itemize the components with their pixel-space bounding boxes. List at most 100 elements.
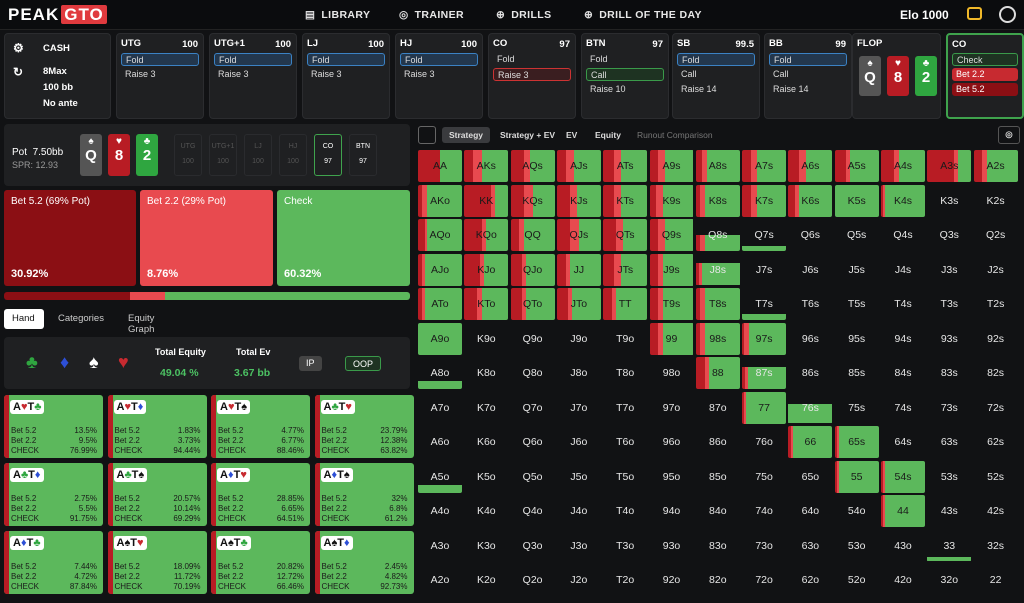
gamepad-icon[interactable]: ◎	[998, 126, 1020, 144]
range-cell[interactable]: ATo	[418, 288, 462, 320]
nav-drill-of-day[interactable]: ⊕ DRILL OF THE DAY	[584, 9, 702, 21]
combo-card[interactable]: A♠T♥ Bet 5.2 18.09% Bet 2.2 11.72% CHECK 70.19…	[107, 531, 207, 594]
range-cell[interactable]: T6o	[603, 426, 647, 458]
range-cell[interactable]: 62s	[974, 426, 1018, 458]
mini-seat[interactable]: HJ 100	[279, 134, 307, 176]
tab-strategy[interactable]: Strategy	[442, 127, 491, 143]
range-cell[interactable]: 96s	[788, 323, 832, 355]
range-cell[interactable]: Q8o	[511, 357, 555, 389]
tab-hand[interactable]: Hand	[4, 309, 44, 329]
range-cell[interactable]: 75o	[742, 461, 786, 493]
seat-action[interactable]: Raise 3	[121, 68, 199, 81]
layout-icon[interactable]	[418, 126, 436, 144]
range-cell[interactable]: K3s	[927, 185, 971, 217]
range-cell[interactable]: T2o	[603, 564, 647, 596]
range-cell[interactable]: J7o	[557, 392, 601, 424]
range-cell[interactable]: Q7s	[742, 219, 787, 251]
range-cell[interactable]: TT	[603, 288, 648, 320]
range-cell[interactable]: J3s	[927, 254, 971, 286]
club-filter-icon[interactable]: ♣	[26, 352, 38, 373]
range-cell[interactable]: 74o	[742, 495, 786, 527]
seat-action[interactable]: Fold	[769, 53, 847, 66]
user-icon[interactable]	[999, 6, 1016, 23]
range-cell[interactable]: AQs	[510, 150, 555, 182]
mini-seat[interactable]: UTG+1 100	[209, 134, 237, 176]
range-cell[interactable]: J7s	[742, 254, 786, 286]
range-cell[interactable]: T7o	[603, 392, 647, 424]
range-cell[interactable]: A4s	[881, 150, 925, 182]
range-cell[interactable]: KTo	[464, 288, 509, 320]
seat-action[interactable]: Raise 10	[586, 83, 664, 96]
range-cell[interactable]: AQo	[418, 219, 462, 251]
range-cell[interactable]: Q9s	[649, 219, 694, 251]
range-cell[interactable]: T3s	[927, 288, 971, 320]
seat-action[interactable]: Raise 3	[214, 68, 292, 81]
tab-runout-comparison[interactable]: Runout Comparison	[630, 127, 720, 143]
range-cell[interactable]: K5s	[834, 184, 879, 217]
range-cell[interactable]: Q9o	[511, 323, 555, 355]
combo-card[interactable]: A♣T♥ Bet 5.2 23.79% Bet 2.2 12.38% CHECK 63.82…	[314, 395, 414, 458]
tab-equity[interactable]: Equity	[588, 127, 628, 143]
seat-action[interactable]: Raise 14	[769, 83, 847, 96]
range-cell[interactable]: 74s	[881, 392, 925, 424]
range-cell[interactable]: QTs	[603, 219, 648, 251]
range-cell[interactable]: 83s	[927, 357, 971, 389]
range-cell[interactable]: 66	[788, 426, 833, 458]
range-cell[interactable]: K7o	[464, 392, 508, 424]
nav-trainer[interactable]: ◎ TRAINER	[399, 9, 464, 21]
range-cell[interactable]: 83o	[696, 530, 740, 562]
range-cell[interactable]: 32s	[974, 530, 1018, 562]
range-cell[interactable]: KJs	[556, 184, 601, 217]
range-cell[interactable]: 82o	[696, 564, 740, 596]
range-cell[interactable]: Q2s	[974, 219, 1018, 251]
mini-seat[interactable]: CO 97	[314, 134, 342, 176]
range-cell[interactable]: 84s	[881, 357, 925, 389]
range-cell[interactable]: T4s	[881, 288, 925, 320]
range-cell[interactable]: 72o	[742, 564, 786, 596]
range-cell[interactable]: 98s	[695, 322, 740, 355]
range-cell[interactable]: 96o	[650, 426, 694, 458]
range-cell[interactable]: QJs	[556, 219, 601, 251]
range-cell[interactable]: 52s	[974, 461, 1018, 493]
range-cell[interactable]: J6s	[788, 254, 832, 286]
range-cell[interactable]: K2o	[464, 564, 508, 596]
range-cell[interactable]: Q3o	[511, 530, 555, 562]
range-cell[interactable]: A5s	[834, 150, 879, 182]
range-cell[interactable]: A4o	[418, 495, 462, 527]
range-cell[interactable]: JTs	[603, 253, 648, 286]
range-cell[interactable]: A9o	[418, 322, 462, 355]
gear-icon[interactable]: ⚙	[13, 41, 24, 55]
range-cell[interactable]: K9s	[649, 184, 694, 217]
range-cell[interactable]: 92s	[974, 323, 1018, 355]
range-cell[interactable]: 42o	[881, 564, 925, 596]
range-cell[interactable]: Q3s	[927, 219, 971, 251]
combo-card[interactable]: A♠T♦ Bet 5.2 2.45% Bet 2.2 4.82% CHECK 92.73%	[314, 531, 414, 594]
seat-action[interactable]: Call	[586, 68, 664, 81]
range-cell[interactable]: 44	[881, 495, 925, 527]
range-cell[interactable]: 63s	[927, 426, 971, 458]
seat-action[interactable]: Raise 14	[677, 83, 755, 96]
range-cell[interactable]: AKo	[418, 184, 462, 217]
combo-card[interactable]: A♦T♣ Bet 5.2 7.44% Bet 2.2 4.72% CHECK 87.84%	[4, 531, 103, 594]
range-cell[interactable]: AKs	[464, 150, 509, 182]
range-cell[interactable]: K6o	[464, 426, 508, 458]
range-cell[interactable]: 32o	[927, 564, 971, 596]
range-cell[interactable]: T8s	[695, 288, 740, 320]
range-cell[interactable]: 99	[649, 322, 694, 355]
combo-card[interactable]: A♠T♣ Bet 5.2 20.82% Bet 2.2 12.72% CHECK 66.46…	[211, 531, 310, 594]
range-cell[interactable]: KQs	[510, 184, 555, 217]
range-cell[interactable]: J5s	[835, 254, 879, 286]
range-cell[interactable]: T8o	[603, 357, 647, 389]
seat-action[interactable]: Raise 3	[493, 68, 571, 81]
range-cell[interactable]: AJs	[556, 150, 601, 182]
range-cell[interactable]: 86o	[696, 426, 740, 458]
range-cell[interactable]: 64o	[788, 495, 832, 527]
range-cell[interactable]: 94o	[650, 495, 694, 527]
range-cell[interactable]: 87o	[696, 392, 740, 424]
range-cell[interactable]: Q4s	[881, 219, 925, 251]
range-cell[interactable]: 62o	[788, 564, 832, 596]
range-cell[interactable]: 54s	[881, 460, 925, 493]
range-cell[interactable]: T3o	[603, 530, 647, 562]
range-cell[interactable]: A6s	[788, 150, 833, 182]
range-cell[interactable]: A5o	[418, 461, 462, 493]
